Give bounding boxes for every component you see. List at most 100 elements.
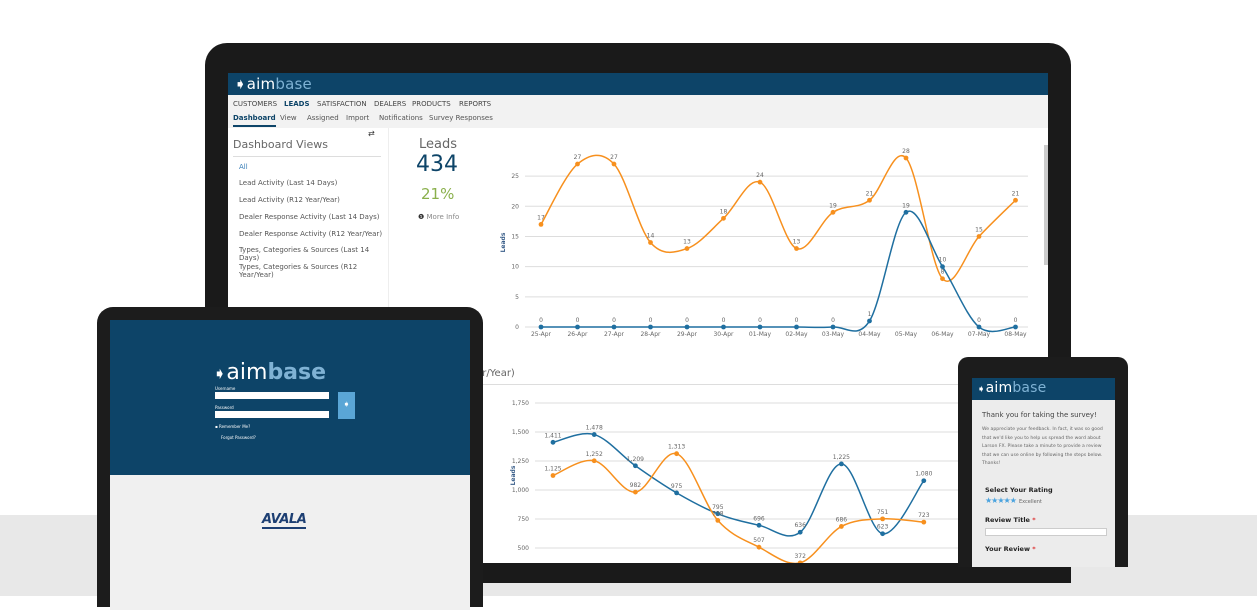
data-point [830, 209, 836, 215]
survey-header: ➧aimbase [972, 378, 1115, 400]
y-tick-label: 1,500 [512, 429, 529, 436]
review-title-input[interactable] [985, 528, 1107, 536]
aimbase-logo: ➧aimbase [977, 380, 1047, 396]
data-label: 686 [836, 516, 848, 523]
survey-title: Thank you for taking the survey! [982, 411, 1097, 419]
rating-text: Excellent [1019, 499, 1042, 505]
x-tick-label: 05-May [895, 331, 918, 338]
login-logo: ➧aimbase [213, 360, 326, 385]
data-point [684, 324, 690, 330]
data-label: 27 [574, 154, 582, 161]
x-tick-label: 30-Apr [713, 331, 734, 338]
login-screen: ➧aimbase Username Password ➧ ▪ Remember … [110, 320, 470, 610]
data-point [1013, 324, 1018, 330]
series-line [552, 432, 925, 537]
data-point [538, 221, 544, 227]
y-tick-label: 20 [511, 203, 519, 210]
x-tick-label: 02-May [785, 331, 808, 338]
data-label: 1,252 [586, 451, 603, 458]
username-input[interactable] [215, 392, 329, 399]
data-label: 1,125 [544, 466, 561, 473]
star-rating[interactable]: ★★★★★ [985, 496, 1017, 505]
data-point [633, 489, 638, 495]
data-point [794, 324, 799, 330]
required-mark: * [1032, 545, 1036, 553]
data-label: 13 [683, 239, 691, 246]
survey-body: We appreciate your feedback. In fact, it… [982, 427, 1103, 467]
forgot-password-link[interactable]: Forgot Password? [221, 435, 256, 440]
y-tick-label: 5 [515, 294, 519, 301]
x-tick-label: 04-May [858, 331, 881, 338]
y-tick-label: 1,750 [512, 400, 529, 407]
tablet-frame: ➧aimbase Username Password ➧ ▪ Remember … [97, 307, 483, 610]
y-tick-label: 0 [515, 324, 519, 331]
logo-text-b: base [267, 360, 327, 385]
data-point [684, 246, 690, 251]
data-point [903, 155, 909, 161]
data-label: 18 [720, 208, 728, 215]
y-tick-label: 1,250 [512, 458, 529, 465]
x-tick-label: 28-Apr [640, 331, 661, 338]
data-label: 24 [756, 172, 764, 179]
data-label: 21 [1012, 190, 1020, 197]
data-point [867, 318, 872, 324]
y-axis-title: Leads [500, 232, 507, 252]
data-point [921, 478, 927, 484]
data-point [575, 324, 580, 330]
data-point [591, 458, 597, 464]
data-label: 0 [612, 317, 616, 324]
data-point [633, 463, 638, 469]
data-point [880, 531, 885, 537]
data-label: 1,209 [627, 456, 644, 463]
x-tick-label: 08-May [1004, 331, 1027, 338]
x-tick-label: 25-Apr [531, 331, 552, 338]
data-label: 17 [537, 214, 545, 221]
data-point [538, 324, 544, 330]
data-point [648, 324, 653, 330]
data-label: 0 [649, 317, 653, 324]
data-label: 10 [939, 257, 947, 264]
data-point [611, 324, 617, 330]
data-label: 14 [647, 233, 655, 240]
x-tick-label: 06-May [931, 331, 954, 338]
logo-arrow-icon: ➧ [977, 384, 986, 395]
label-text: Your Review [985, 545, 1030, 553]
data-label: 723 [918, 512, 930, 519]
phone-frame: ➧aimbase Thank you for taking the survey… [958, 357, 1128, 567]
data-label: 0 [795, 317, 799, 324]
label-text: Review Title [985, 516, 1030, 524]
data-point [715, 517, 721, 523]
data-label: 1 [868, 311, 872, 318]
login-button[interactable]: ➧ [338, 392, 355, 419]
data-label: 751 [877, 509, 889, 516]
data-point [611, 161, 617, 167]
avala-logo: AVALA [262, 512, 307, 529]
data-label: 372 [794, 553, 806, 560]
data-point [756, 522, 762, 528]
data-point [721, 324, 726, 330]
data-label: 0 [685, 317, 689, 324]
data-label: 738 [712, 510, 724, 517]
data-label: 28 [902, 148, 910, 155]
data-point [591, 432, 597, 437]
data-label: 1,080 [915, 471, 932, 478]
y-tick-label: 750 [518, 516, 530, 523]
x-tick-label: 26-Apr [567, 331, 588, 338]
survey-screen: ➧aimbase Thank you for taking the survey… [972, 378, 1115, 567]
data-label: 1,313 [668, 444, 685, 451]
data-label: 0 [1014, 317, 1018, 324]
data-point [867, 197, 872, 203]
required-mark: * [1032, 516, 1036, 524]
data-point [674, 490, 679, 496]
data-point [830, 324, 836, 330]
data-label: 1,478 [586, 425, 603, 432]
rating-label: Select Your Rating [985, 486, 1053, 494]
password-input[interactable] [215, 411, 329, 418]
x-tick-label: 03-May [822, 331, 845, 338]
data-point [976, 234, 982, 239]
your-review-label: Your Review * [985, 545, 1036, 553]
data-point [550, 439, 556, 445]
remember-checkbox[interactable]: ▪ Remember Me? [215, 424, 250, 429]
arrow-right-icon: ➧ [342, 400, 351, 410]
remember-label: Remember Me? [218, 424, 251, 429]
